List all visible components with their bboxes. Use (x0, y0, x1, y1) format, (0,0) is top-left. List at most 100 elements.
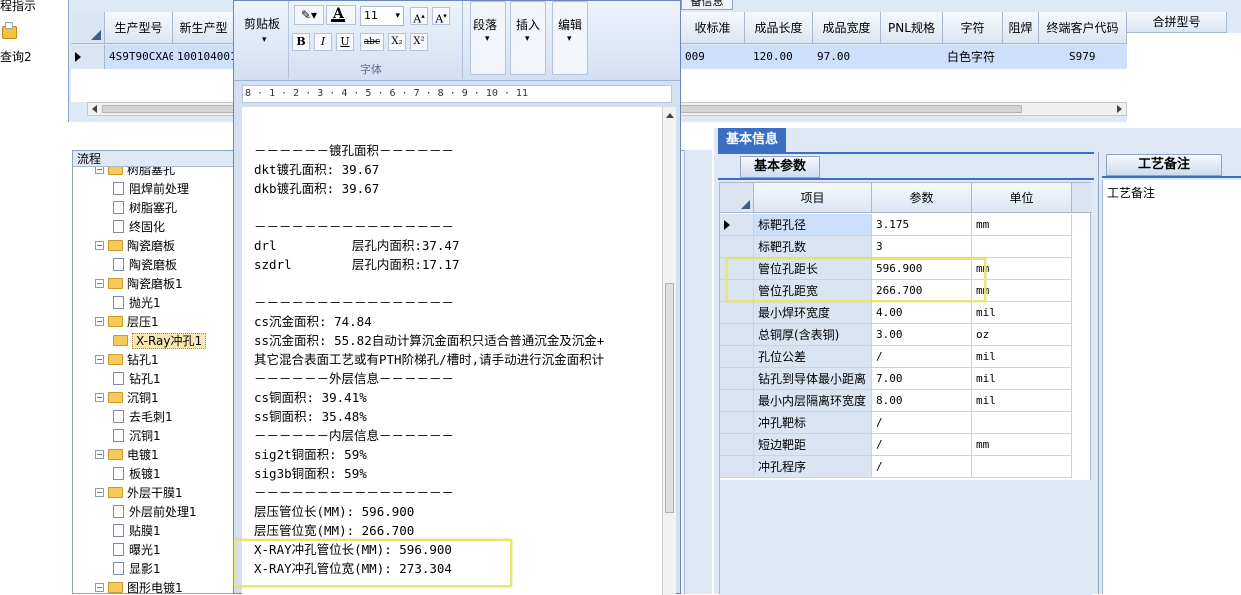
tree-item[interactable]: 显影1 (113, 560, 161, 579)
editor-ruler[interactable]: 8 · 1 · 2 · 3 · 4 · 5 · 6 · 7 · 8 · 9 · … (242, 85, 672, 103)
col-header[interactable]: 生产型号 (105, 12, 173, 44)
row-indicator[interactable] (720, 214, 754, 236)
unit-cell[interactable]: mil (972, 346, 1072, 368)
chevron-down-icon[interactable]: ▾ (262, 35, 267, 45)
collapse-icon[interactable]: − (95, 450, 104, 459)
row-indicator[interactable] (720, 412, 754, 434)
font-size-select[interactable]: 11 ▾ (360, 6, 404, 26)
row-indicator[interactable] (720, 302, 754, 324)
param-cell[interactable]: 3.175 (872, 214, 972, 236)
tree-item[interactable]: − 外层干膜1 (95, 484, 183, 503)
grow-font-icon[interactable]: A▴ (410, 7, 428, 26)
unit-cell[interactable] (972, 456, 1072, 478)
tree-item[interactable]: 贴膜1 (113, 522, 161, 541)
item-cell[interactable]: 冲孔程序 (754, 456, 872, 478)
row-indicator[interactable] (720, 368, 754, 390)
param-cell[interactable]: / (872, 412, 972, 434)
italic-button[interactable]: I (314, 33, 332, 51)
superscript-button[interactable]: X² (410, 33, 428, 51)
tree-item[interactable]: − 陶瓷磨板 (95, 237, 175, 256)
unit-cell[interactable]: mil (972, 368, 1072, 390)
tree-item[interactable]: 外层前处理1 (113, 503, 197, 522)
collapse-icon[interactable]: − (95, 355, 104, 364)
col-header-unit[interactable]: 单位 (972, 183, 1072, 213)
scroll-thumb[interactable] (665, 283, 674, 513)
item-cell[interactable]: 短边靶距 (754, 434, 872, 456)
tab-basic-info[interactable]: 基本信息 (718, 128, 786, 152)
item-cell[interactable]: 总铜厚(含表铜) (754, 324, 872, 346)
row-indicator[interactable] (71, 45, 105, 69)
col-header-param[interactable]: 参数 (872, 183, 972, 213)
param-cell[interactable]: 8.00 (872, 390, 972, 412)
tree-item[interactable]: − 树脂塞孔 (95, 167, 175, 180)
item-cell[interactable]: 孔位公差 (754, 346, 872, 368)
table-cell[interactable]: 100104001 (173, 45, 235, 69)
item-cell[interactable]: 最小内层隔离环宽度 (754, 390, 872, 412)
item-cell[interactable]: 标靶孔径 (754, 214, 872, 236)
font-color-button[interactable]: A (326, 5, 356, 25)
col-header[interactable]: 字符 (943, 12, 1003, 44)
bold-button[interactable]: B (292, 33, 310, 51)
unit-cell[interactable]: mm (972, 258, 1072, 280)
unit-cell[interactable]: mil (972, 390, 1072, 412)
tree-item[interactable]: 抛光1 (113, 294, 161, 313)
unit-cell[interactable]: oz (972, 324, 1072, 346)
tree-item[interactable]: − 层压1 (95, 313, 159, 332)
param-cell[interactable]: / (872, 346, 972, 368)
param-cell[interactable]: / (872, 434, 972, 456)
col-header[interactable]: 成品宽度 (813, 12, 881, 44)
clipboard-group-label[interactable]: 剪贴板 (244, 15, 280, 32)
table-cell[interactable]: 97.00 (813, 45, 881, 69)
document-page[interactable]: －－－－－－镀孔面积－－－－－－ dkt镀孔面积: 39.67 dkb镀孔面积: 3… (242, 107, 662, 595)
subscript-button[interactable]: X₂ (388, 33, 406, 51)
table-cell[interactable]: 120.00 (745, 45, 813, 69)
panel-splitter[interactable] (684, 150, 712, 594)
unit-cell[interactable]: mil (972, 302, 1072, 324)
collapse-icon[interactable]: − (95, 241, 104, 250)
table-cell[interactable]: S979 (1039, 45, 1127, 69)
param-cell[interactable]: 7.00 (872, 368, 972, 390)
tree-item[interactable]: 曝光1 (113, 541, 161, 560)
notes-area[interactable]: 工艺备注 (1102, 180, 1241, 594)
row-indicator[interactable] (720, 236, 754, 258)
item-cell[interactable]: 冲孔靶标 (754, 412, 872, 434)
table-cell[interactable]: 白色字符 (943, 45, 1003, 69)
unit-cell[interactable]: mm (972, 280, 1072, 302)
col-header[interactable]: 合拼型号 (1127, 12, 1227, 33)
folder-open-icon[interactable] (0, 22, 18, 42)
col-header[interactable]: 收标准 (681, 12, 745, 44)
tab-basic-params[interactable]: 基本参数 (740, 156, 820, 178)
tree-item[interactable]: − 图形电镀1 (95, 579, 183, 595)
tab-process-notes[interactable]: 工艺备注 (1106, 154, 1222, 176)
param-cell[interactable]: 3.00 (872, 324, 972, 346)
insert-button[interactable]: 插入 ▾ (510, 1, 546, 75)
top-tab[interactable]: 备信息 (681, 0, 733, 10)
tree-item[interactable]: 沉铜1 (113, 427, 161, 446)
query-shortcut[interactable]: 查询2 (0, 48, 32, 65)
tree-item[interactable]: X-Ray冲孔1 (113, 332, 207, 351)
tree-item[interactable]: 钻孔1 (113, 370, 161, 389)
collapse-icon[interactable]: − (95, 167, 104, 174)
tree-item[interactable]: 去毛刺1 (113, 408, 173, 427)
tree-item[interactable]: 终固化 (113, 218, 165, 237)
tree-item[interactable]: 板镀1 (113, 465, 161, 484)
table-cell[interactable] (1127, 45, 1227, 69)
tree-item[interactable]: − 陶瓷磨板1 (95, 275, 183, 294)
highlight-icon[interactable]: ✎▾ (294, 5, 324, 25)
scroll-up-icon[interactable] (666, 113, 674, 118)
editor-vscrollbar[interactable] (662, 107, 676, 595)
table-cell[interactable]: 4S9T90CXA0 (105, 45, 173, 69)
param-cell[interactable]: 3 (872, 236, 972, 258)
param-cell[interactable]: 4.00 (872, 302, 972, 324)
param-cell[interactable]: / (872, 456, 972, 478)
table-cell[interactable] (1003, 45, 1039, 69)
col-header[interactable]: PNL规格 (881, 12, 943, 44)
row-indicator[interactable] (720, 456, 754, 478)
row-indicator[interactable] (720, 434, 754, 456)
col-header[interactable]: 新生产型 (173, 12, 235, 44)
edit-button[interactable]: 编辑 ▾ (552, 1, 588, 75)
shrink-font-icon[interactable]: A▾ (432, 7, 450, 26)
collapse-icon[interactable]: − (95, 317, 104, 326)
table-cell[interactable] (881, 45, 943, 69)
tree-item[interactable]: 阻焊前处理 (113, 180, 189, 199)
